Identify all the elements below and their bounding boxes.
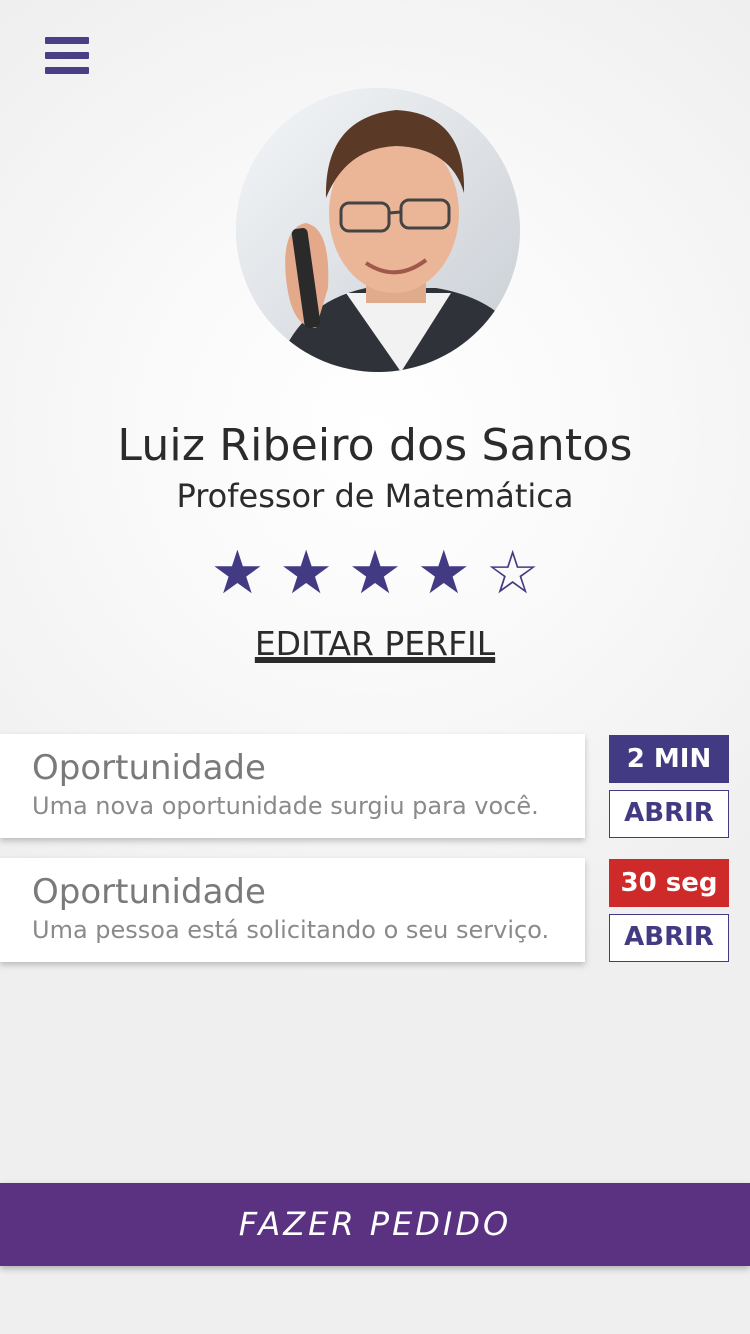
opportunity-description: Uma nova oportunidade surgiu para você. <box>32 792 539 820</box>
opportunity-card: Oportunidade Uma nova oportunidade surgi… <box>0 734 585 838</box>
menu-bar <box>45 37 89 44</box>
menu-bar <box>45 52 89 59</box>
profile-role: Professor de Matemática <box>176 477 574 515</box>
open-button[interactable]: ABRIR <box>609 790 729 838</box>
hamburger-menu-icon[interactable] <box>45 37 89 74</box>
place-order-label: FAZER PEDIDO <box>238 1205 512 1243</box>
star-rating: ★ ★ ★ ★ ☆ <box>0 536 750 610</box>
profile-name: Luiz Ribeiro dos Santos <box>117 420 633 471</box>
menu-bar <box>45 67 89 74</box>
star-empty-icon: ☆ <box>485 538 540 608</box>
timer-badge: 2 MIN <box>609 735 729 783</box>
star-filled-icon: ★ <box>279 538 334 608</box>
star-filled-icon: ★ <box>348 538 402 608</box>
edit-profile-label: EDITAR PERFIL <box>254 624 496 663</box>
opportunity-description: Uma pessoa está solicitando o seu serviç… <box>32 916 550 944</box>
timer-badge-urgent: 30 seg <box>609 859 729 907</box>
opportunity-title: Oportunidade <box>32 748 266 788</box>
open-button[interactable]: ABRIR <box>609 914 729 962</box>
star-filled-icon: ★ <box>416 538 471 608</box>
place-order-button[interactable]: FAZER PEDIDO <box>0 1183 750 1266</box>
opportunity-title: Oportunidade <box>32 872 266 912</box>
star-filled-icon: ★ <box>210 538 265 608</box>
edit-profile-link[interactable]: EDITAR PERFIL <box>0 624 750 663</box>
avatar <box>236 88 520 372</box>
opportunity-card: Oportunidade Uma pessoa está solicitando… <box>0 858 585 962</box>
